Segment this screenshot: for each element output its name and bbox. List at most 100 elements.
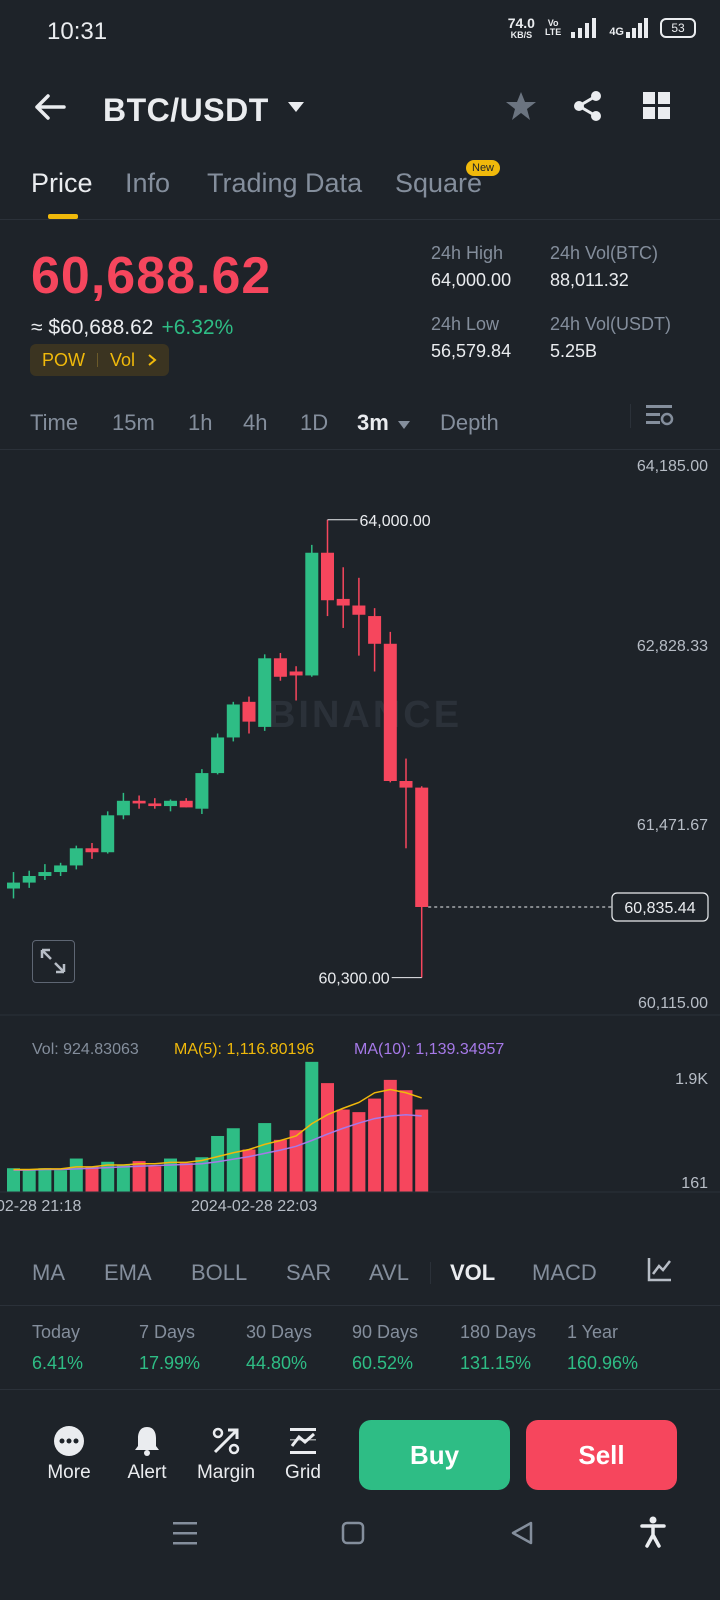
candle-body bbox=[38, 872, 52, 876]
margin-button[interactable]: Margin bbox=[191, 1424, 261, 1484]
current-price-label: 60,835.44 bbox=[624, 900, 695, 917]
stat-24h-vol-btc: 24h Vol(BTC) 88,011.32 bbox=[550, 243, 659, 290]
home-icon[interactable] bbox=[341, 1520, 365, 1546]
indicator-ema[interactable]: EMA bbox=[104, 1260, 152, 1286]
indicator-settings-icon[interactable] bbox=[647, 1256, 673, 1282]
alert-button[interactable]: Alert bbox=[112, 1424, 182, 1484]
tag-pow[interactable]: POW bbox=[42, 350, 85, 371]
perf-90-days: 90 Days 60.52% bbox=[352, 1322, 419, 1373]
candle-body bbox=[368, 616, 382, 644]
indicator-sar[interactable]: SAR bbox=[286, 1260, 331, 1286]
candle-body bbox=[305, 552, 319, 676]
buy-button[interactable]: Buy bbox=[359, 1420, 510, 1490]
candle-body bbox=[116, 800, 130, 816]
indicator-vol[interactable]: VOL bbox=[450, 1260, 495, 1286]
price-axis-label: 61,471.67 bbox=[637, 817, 708, 834]
chart-settings-icon[interactable] bbox=[646, 404, 674, 428]
network-type-icon: 4G bbox=[609, 18, 650, 38]
stat-24h-high: 24h High 64,000.00 bbox=[431, 243, 512, 290]
price-chart[interactable]: BINANCE 64,185.00 62,828.33 61,471.67 60,115… bbox=[0, 452, 720, 1237]
timeframe-divider bbox=[630, 404, 631, 428]
sell-button[interactable]: Sell bbox=[526, 1420, 677, 1490]
grid-button[interactable]: Grid bbox=[268, 1424, 338, 1484]
fullscreen-button[interactable] bbox=[32, 940, 75, 983]
volume-bar bbox=[54, 1170, 68, 1192]
status-time: 10:31 bbox=[47, 18, 108, 45]
price-change: +6.32% bbox=[161, 316, 234, 339]
timeframe-15m[interactable]: 15m bbox=[112, 410, 155, 436]
volume-bar bbox=[383, 1079, 397, 1192]
star-icon[interactable] bbox=[505, 90, 537, 122]
bell-icon bbox=[135, 1427, 159, 1456]
indicator-boll[interactable]: BOLL bbox=[191, 1260, 247, 1286]
header: BTC/USDT bbox=[0, 70, 720, 150]
candle-body bbox=[69, 848, 83, 866]
timeframe-time[interactable]: Time bbox=[30, 410, 78, 436]
candle-body bbox=[148, 803, 162, 807]
more-icon bbox=[54, 1426, 84, 1456]
volume-bar bbox=[415, 1109, 429, 1192]
new-badge: New bbox=[466, 160, 501, 176]
system-nav-bar bbox=[0, 1516, 720, 1600]
timeframe-depth[interactable]: Depth bbox=[440, 410, 499, 436]
tab-active-indicator bbox=[48, 214, 78, 219]
expand-icon bbox=[40, 948, 66, 974]
volume-bar bbox=[321, 1083, 334, 1192]
tab-info[interactable]: Info bbox=[125, 168, 170, 199]
vol-summary-label: Vol: 924.83063 bbox=[32, 1041, 139, 1058]
timeframe-3m[interactable]: 3m bbox=[357, 410, 389, 436]
bottom-action-bar: More Alert Margin Grid Buy Sell bbox=[0, 1400, 720, 1510]
chevron-right-icon bbox=[148, 354, 157, 366]
timeframe-bar: Time 15m 1h 4h 1D 3m Depth bbox=[0, 400, 720, 450]
candle-body bbox=[226, 704, 240, 738]
tag-row[interactable]: POW Vol bbox=[30, 344, 170, 376]
perf-today: Today 6.41% bbox=[32, 1322, 84, 1373]
volume-bar bbox=[179, 1163, 193, 1192]
share-icon[interactable] bbox=[572, 90, 604, 122]
candle-body bbox=[132, 800, 146, 804]
chevron-down-icon[interactable] bbox=[286, 100, 306, 114]
volume-bar bbox=[399, 1090, 413, 1192]
pair-title[interactable]: BTC/USDT bbox=[103, 92, 269, 129]
fiat-price: ≈ $60,688.62 bbox=[31, 316, 154, 339]
fiat-price-row: ≈ $60,688.62 +6.32% bbox=[31, 316, 233, 340]
volume-bar bbox=[85, 1166, 99, 1192]
candle-body bbox=[415, 787, 429, 908]
volume-bar bbox=[211, 1135, 225, 1192]
time-axis-label: 2024-02-28 22:03 bbox=[191, 1198, 317, 1215]
grid-menu-icon[interactable] bbox=[643, 92, 671, 120]
grid-bot-icon bbox=[290, 1428, 316, 1454]
tab-trading-data[interactable]: Trading Data bbox=[207, 168, 362, 199]
timeframe-1d[interactable]: 1D bbox=[300, 410, 328, 436]
status-bar: 10:31 74.0 KB/S Vo LTE 4G 53 bbox=[0, 0, 720, 62]
timeframe-dropdown-icon[interactable] bbox=[397, 420, 411, 430]
price-axis-label: 64,185.00 bbox=[637, 458, 708, 475]
candle-body bbox=[321, 552, 334, 601]
tag-separator bbox=[97, 353, 98, 367]
more-button[interactable]: More bbox=[34, 1424, 104, 1484]
back-arrow-icon[interactable] bbox=[34, 94, 66, 120]
tag-vol[interactable]: Vol bbox=[110, 350, 135, 371]
volume-bar bbox=[38, 1168, 52, 1192]
indicator-ma[interactable]: MA bbox=[32, 1260, 65, 1286]
volume-bar bbox=[164, 1158, 177, 1192]
time-axis-label: 02-28 21:18 bbox=[0, 1198, 82, 1215]
recents-icon[interactable] bbox=[172, 1520, 198, 1546]
candle-body bbox=[399, 780, 413, 788]
vol-axis-label: 161 bbox=[681, 1175, 708, 1192]
indicator-macd[interactable]: MACD bbox=[532, 1260, 597, 1286]
back-nav-icon[interactable] bbox=[509, 1520, 535, 1546]
timeframe-1h[interactable]: 1h bbox=[188, 410, 212, 436]
performance-row: Today 6.41% 7 Days 17.99% 30 Days 44.80% 90… bbox=[0, 1310, 720, 1390]
margin-icon bbox=[212, 1427, 240, 1455]
tab-price[interactable]: Price bbox=[31, 168, 93, 199]
candle-body bbox=[258, 658, 272, 727]
indicator-avl[interactable]: AVL bbox=[369, 1260, 409, 1286]
candle-body bbox=[164, 800, 177, 807]
candlestick-chart[interactable]: BINANCE 64,185.00 62,828.33 61,471.67 60,115… bbox=[0, 452, 720, 1237]
timeframe-4h[interactable]: 4h bbox=[243, 410, 267, 436]
accessibility-icon[interactable] bbox=[640, 1516, 666, 1548]
price-axis-label: 60,115.00 bbox=[638, 995, 708, 1012]
candle-body bbox=[195, 773, 209, 809]
volume-bar bbox=[336, 1109, 350, 1192]
